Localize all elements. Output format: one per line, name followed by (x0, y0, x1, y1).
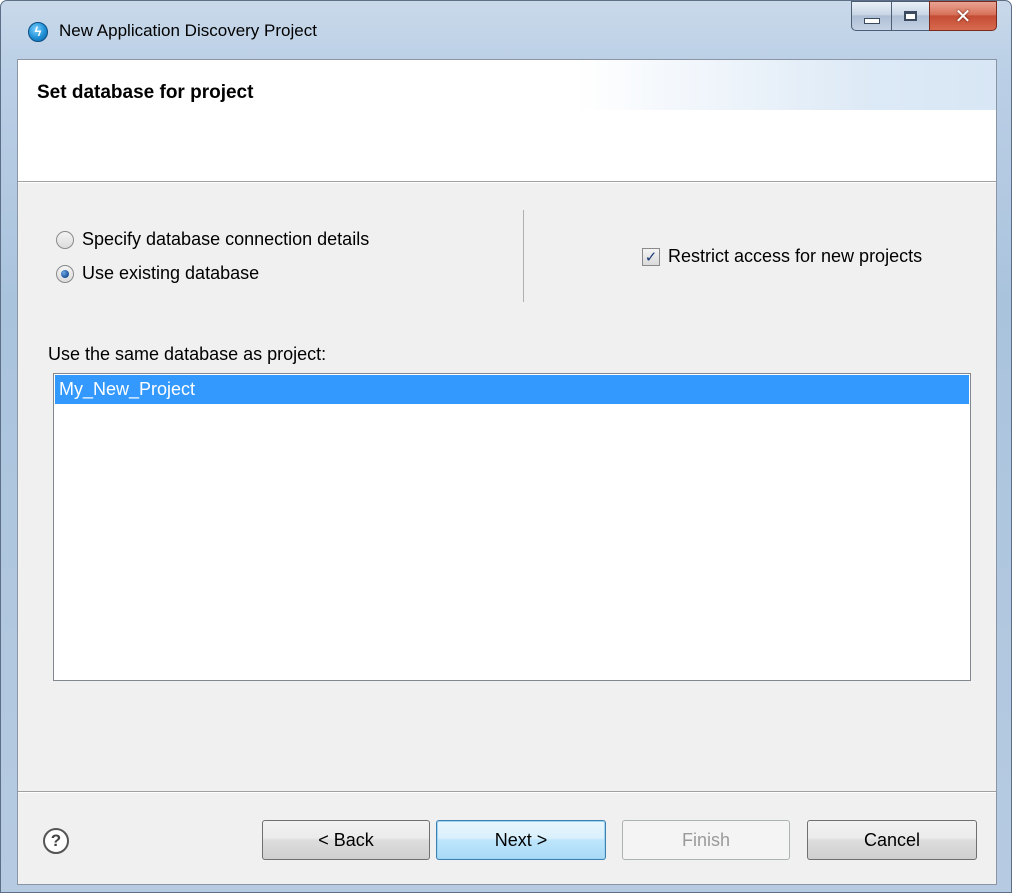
footer-divider-highlight (18, 792, 996, 793)
header-divider-highlight (18, 182, 996, 183)
minimize-button[interactable] (851, 1, 891, 31)
wizard-header: Set database for project (18, 60, 996, 181)
radio-specify-connection[interactable]: Specify database connection details (56, 229, 369, 250)
radio-button-checked[interactable] (56, 264, 74, 283)
project-list-label: Use the same database as project: (48, 344, 327, 364)
radio-button-unchecked[interactable] (56, 230, 74, 249)
window-title: New Application Discovery Project (59, 21, 317, 40)
close-icon: ✕ (954, 4, 972, 28)
project-listbox[interactable]: My_New_Project (53, 373, 971, 681)
title-bar[interactable]: ϟ New Application Discovery Project ✕ (1, 1, 1011, 59)
help-icon[interactable]: ? (43, 828, 69, 854)
close-button[interactable]: ✕ (929, 1, 997, 31)
restrict-access-label: Restrict access for new projects (668, 246, 923, 266)
vertical-divider (523, 210, 524, 302)
maximize-icon (904, 11, 917, 21)
caption-buttons: ✕ (851, 1, 997, 31)
restrict-access-checkbox-row[interactable]: ✓ Restrict access for new projects (642, 246, 922, 267)
finish-button: Finish (622, 820, 790, 860)
dialog-window: ϟ New Application Discovery Project ✕ Se… (0, 0, 1012, 893)
cancel-button[interactable]: Cancel (807, 820, 977, 860)
list-item[interactable]: My_New_Project (55, 375, 969, 404)
maximize-button[interactable] (891, 1, 929, 31)
radio-existing-label: Use existing database (82, 263, 260, 283)
dialog-client-area: Set database for project Specify databas… (17, 59, 997, 885)
back-button[interactable]: < Back (262, 820, 430, 860)
minimize-icon (863, 18, 880, 24)
header-banner-graphic (576, 60, 996, 110)
radio-use-existing-database[interactable]: Use existing database (56, 263, 259, 284)
next-button[interactable]: Next > (436, 820, 606, 860)
app-icon: ϟ (28, 22, 48, 42)
page-title: Set database for project (37, 82, 254, 103)
restrict-access-checkbox[interactable]: ✓ (642, 247, 660, 266)
radio-specify-label: Specify database connection details (82, 229, 370, 249)
